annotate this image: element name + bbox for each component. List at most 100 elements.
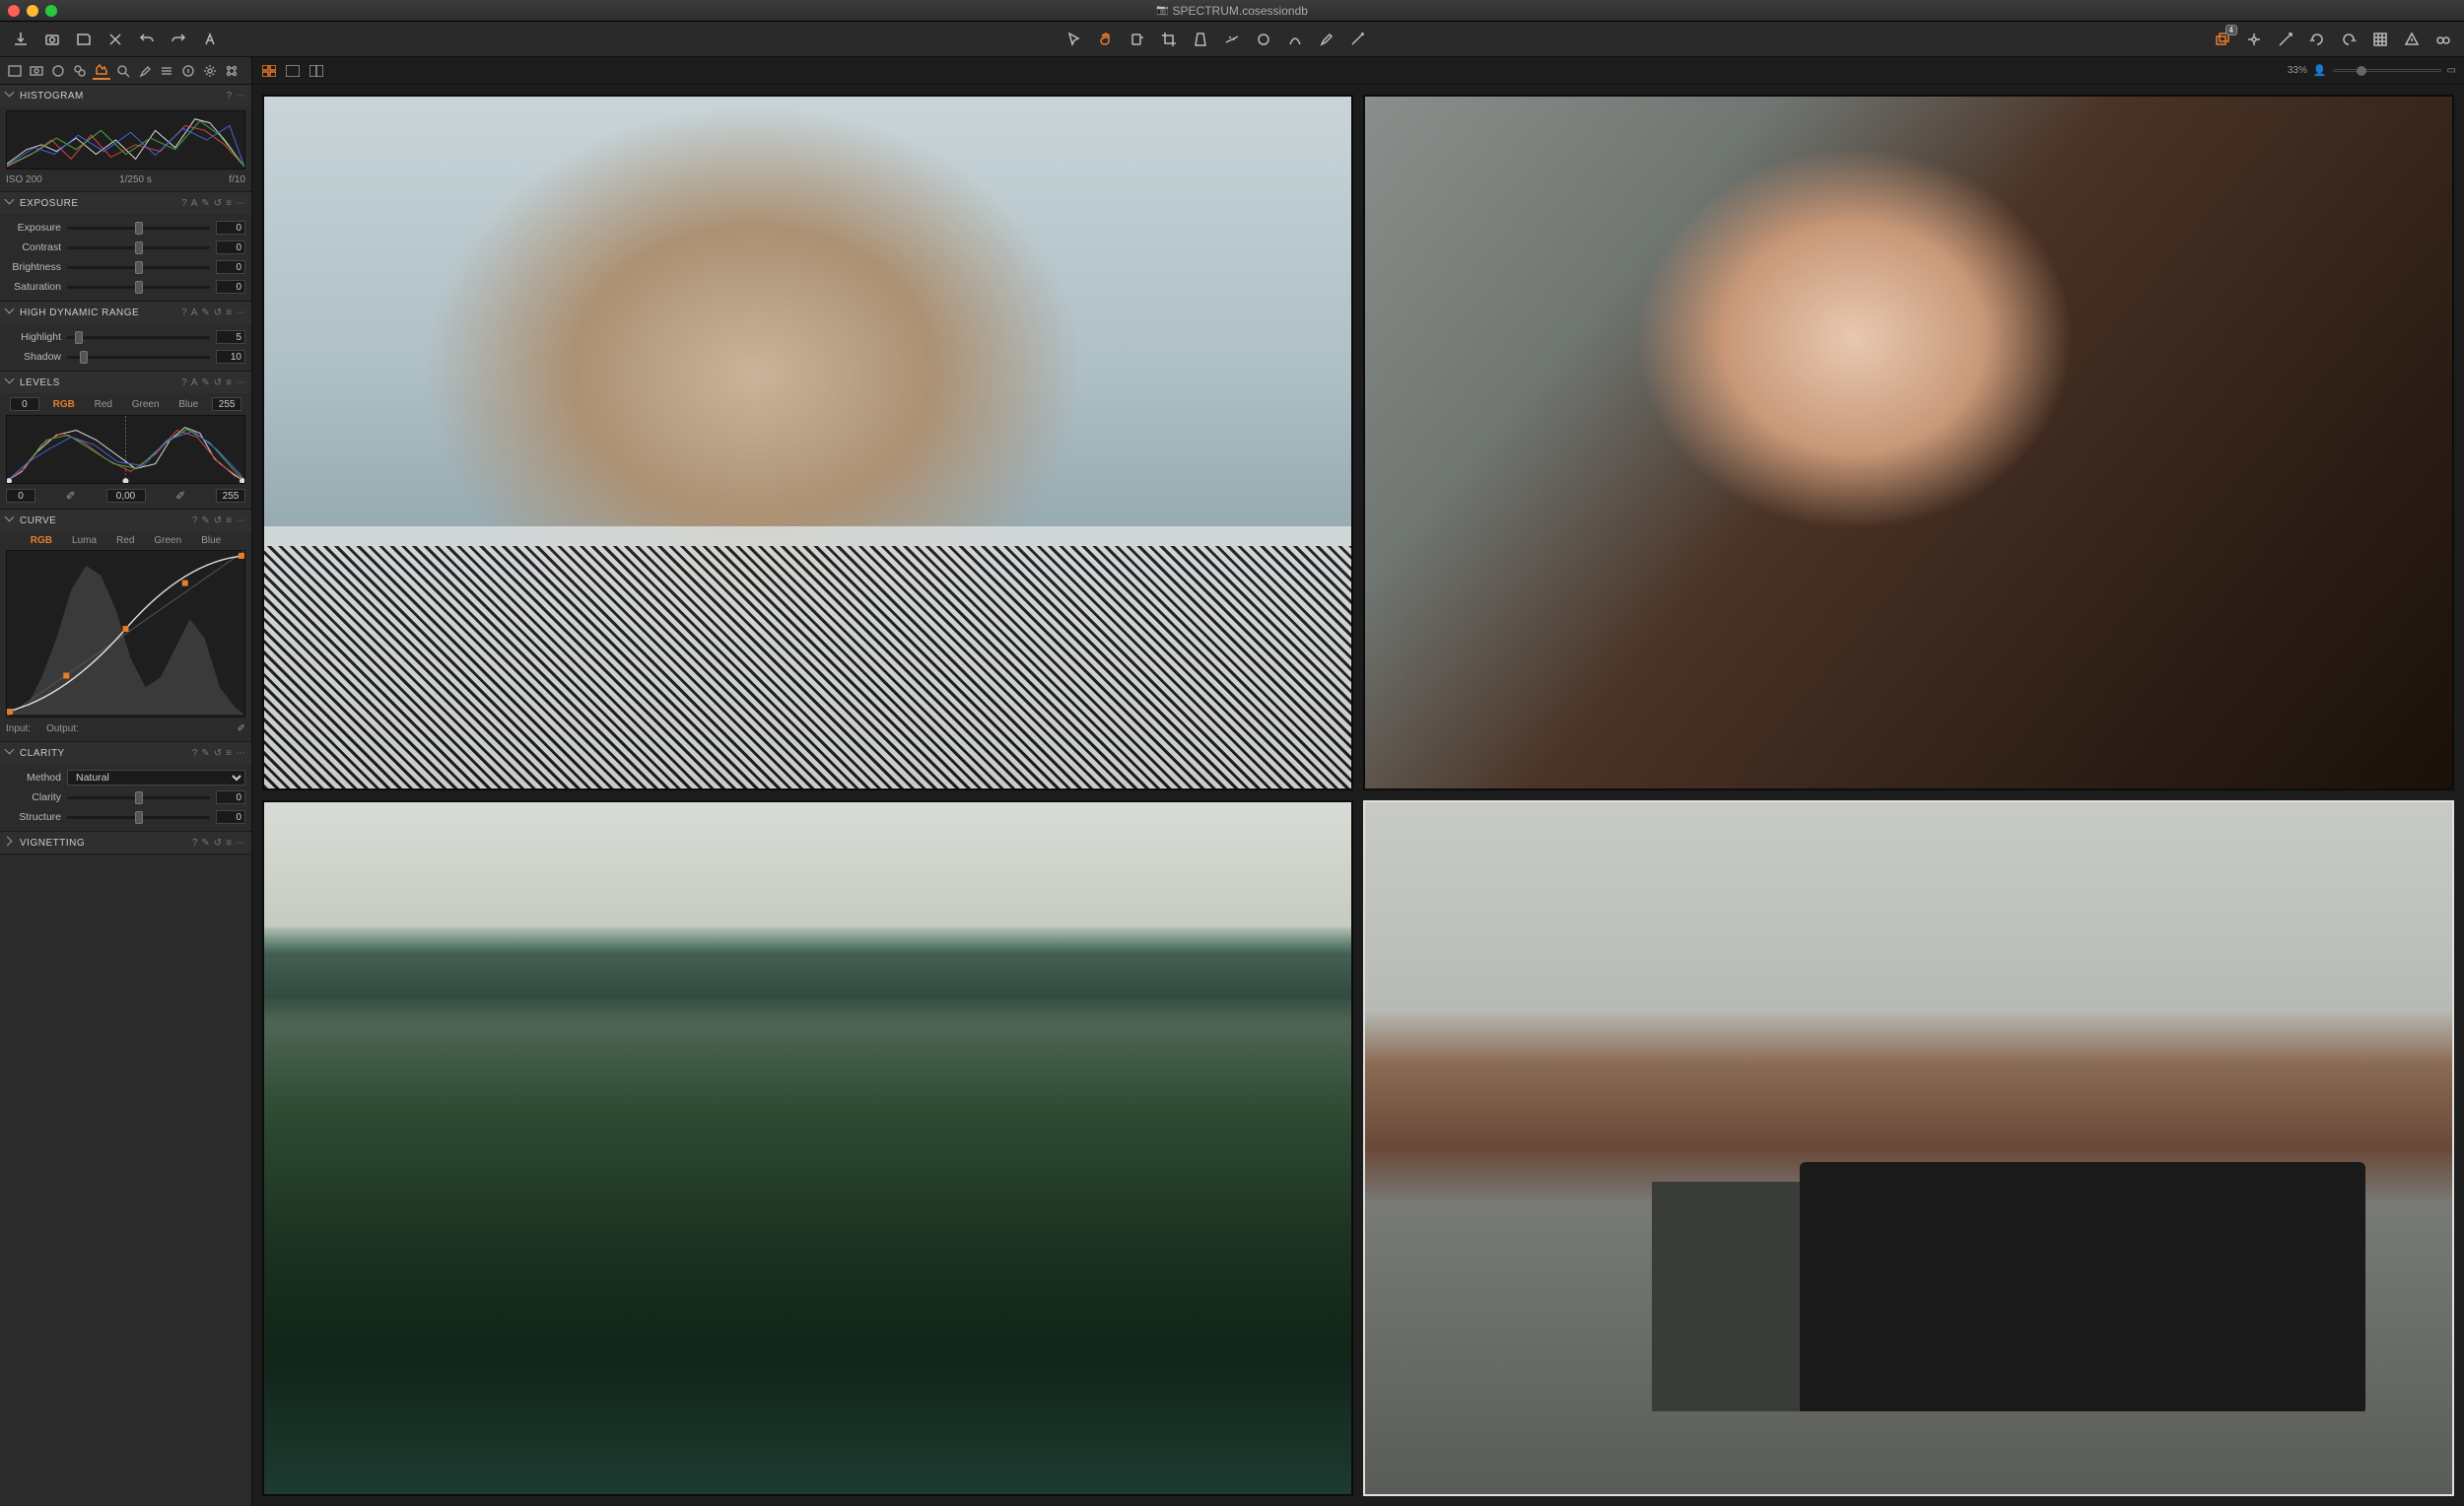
grid-view-icon[interactable] <box>260 64 278 78</box>
levels-out-low[interactable]: 0 <box>6 489 35 503</box>
close-window-button[interactable] <box>8 5 20 17</box>
black-picker-icon[interactable]: ✐ <box>66 489 76 503</box>
grid-icon[interactable] <box>2367 27 2393 52</box>
levels-header[interactable]: LEVELS ?A✎↺≡⋯ <box>0 372 251 393</box>
chevron-right-icon[interactable] <box>6 838 16 848</box>
chevron-down-icon[interactable] <box>6 748 16 758</box>
more-icon[interactable]: ⋯ <box>236 308 245 318</box>
heal-tool-icon[interactable] <box>1282 27 1308 52</box>
picker-icon[interactable]: ✎ <box>201 308 209 318</box>
slider-value[interactable]: 10 <box>216 350 245 364</box>
levels-graph[interactable] <box>6 415 245 484</box>
straighten-tool-icon[interactable] <box>1219 27 1245 52</box>
auto-icon[interactable]: A <box>191 198 198 209</box>
slider-track[interactable] <box>67 286 210 289</box>
slider-track[interactable] <box>67 246 210 249</box>
warnings-icon[interactable] <box>2399 27 2425 52</box>
levels-low-field[interactable]: 0 <box>10 397 39 411</box>
maximize-window-button[interactable] <box>45 5 57 17</box>
rotate-ccw-icon[interactable] <box>2304 27 2330 52</box>
curve-channel-green[interactable]: Green <box>148 535 187 546</box>
more-icon[interactable]: ⋯ <box>236 838 245 849</box>
slider-value[interactable]: 0 <box>216 790 245 804</box>
reset-icon[interactable]: ↺ <box>214 198 222 209</box>
preset-icon[interactable]: ≡ <box>226 377 232 388</box>
white-picker-icon[interactable]: ✐ <box>175 489 185 503</box>
focus-mask-icon[interactable] <box>2241 27 2267 52</box>
curve-graph[interactable] <box>6 550 245 718</box>
slider-track[interactable] <box>67 227 210 230</box>
levels-out-high[interactable]: 255 <box>216 489 245 503</box>
preset-icon[interactable]: ≡ <box>226 515 232 526</box>
preset-icon[interactable]: ≡ <box>226 748 232 759</box>
chevron-down-icon[interactable] <box>6 91 16 101</box>
help-icon[interactable]: ? <box>181 377 187 388</box>
help-icon[interactable]: ? <box>192 748 198 759</box>
tab-crop-icon[interactable] <box>114 62 132 80</box>
slider-track[interactable] <box>67 796 210 799</box>
more-icon[interactable]: ⋯ <box>236 515 245 526</box>
slider-value[interactable]: 0 <box>216 240 245 254</box>
minimize-window-button[interactable] <box>27 5 38 17</box>
preset-icon[interactable]: ≡ <box>226 198 232 209</box>
curve-channel-blue[interactable]: Blue <box>195 535 227 546</box>
tab-exposure-icon[interactable] <box>93 62 110 80</box>
curve-channel-rgb[interactable]: RGB <box>25 535 58 546</box>
loupe-tool-icon[interactable] <box>1125 27 1150 52</box>
chevron-down-icon[interactable] <box>6 198 16 208</box>
zoom-slider[interactable] <box>2333 69 2441 72</box>
more-icon[interactable]: ⋯ <box>236 91 245 102</box>
variant-stack-icon[interactable] <box>2210 27 2235 52</box>
thumbnail-3[interactable] <box>262 800 1353 1496</box>
slider-track[interactable] <box>67 336 210 339</box>
channel-green[interactable]: Green <box>126 399 166 410</box>
single-view-icon[interactable] <box>284 64 302 78</box>
help-icon[interactable]: ? <box>192 838 198 849</box>
reset-icon[interactable]: ↺ <box>214 377 222 388</box>
chevron-down-icon[interactable] <box>6 515 16 525</box>
slider-value[interactable]: 0 <box>216 810 245 824</box>
tab-capture-icon[interactable] <box>28 62 45 80</box>
slider-value[interactable]: 5 <box>216 330 245 344</box>
more-icon[interactable]: ⋯ <box>236 377 245 388</box>
redo-icon[interactable] <box>166 27 191 52</box>
pointer-tool-icon[interactable] <box>1061 27 1087 52</box>
brush-tool-icon[interactable] <box>1314 27 1339 52</box>
delete-icon[interactable] <box>103 27 128 52</box>
channel-red[interactable]: Red <box>89 399 118 410</box>
tab-details-icon[interactable] <box>136 62 154 80</box>
capture-icon[interactable] <box>39 27 65 52</box>
reset-icon[interactable]: ↺ <box>214 515 222 526</box>
person-icon[interactable]: 👤 <box>2313 64 2327 77</box>
gradient-tool-icon[interactable] <box>1345 27 1371 52</box>
thumbnail-1[interactable] <box>262 95 1353 790</box>
preset-icon[interactable]: ≡ <box>226 838 232 849</box>
more-icon[interactable]: ⋯ <box>236 748 245 759</box>
auto-icon[interactable]: A <box>191 377 198 388</box>
levels-high-field[interactable]: 255 <box>212 397 241 411</box>
proof-glasses-icon[interactable] <box>2430 27 2456 52</box>
tab-adjust-icon[interactable] <box>158 62 175 80</box>
slider-value[interactable]: 0 <box>216 280 245 294</box>
help-icon[interactable]: ? <box>226 91 232 102</box>
tab-lens-icon[interactable] <box>71 62 89 80</box>
picker-icon[interactable]: ✎ <box>201 515 209 526</box>
keystone-tool-icon[interactable] <box>1188 27 1213 52</box>
spot-tool-icon[interactable] <box>1251 27 1276 52</box>
tab-settings-icon[interactable] <box>201 62 219 80</box>
slider-value[interactable]: 0 <box>216 221 245 235</box>
chevron-down-icon[interactable] <box>6 308 16 317</box>
clarity-header[interactable]: CLARITY ?✎↺≡⋯ <box>0 742 251 764</box>
curve-channel-red[interactable]: Red <box>110 535 140 546</box>
curve-channel-luma[interactable]: Luma <box>66 535 103 546</box>
picker-icon[interactable]: ✎ <box>201 748 209 759</box>
clarity-method-select[interactable]: Natural <box>67 770 245 786</box>
zoom-fit-icon[interactable]: ▭ <box>2447 65 2456 76</box>
tab-batch-icon[interactable] <box>223 62 240 80</box>
slider-track[interactable] <box>67 816 210 819</box>
tab-library-icon[interactable] <box>6 62 24 80</box>
preset-icon[interactable]: ≡ <box>226 308 232 318</box>
levels-out-mid[interactable]: 0,00 <box>106 489 146 503</box>
slider-track[interactable] <box>67 266 210 269</box>
tab-metadata-icon[interactable] <box>179 62 197 80</box>
